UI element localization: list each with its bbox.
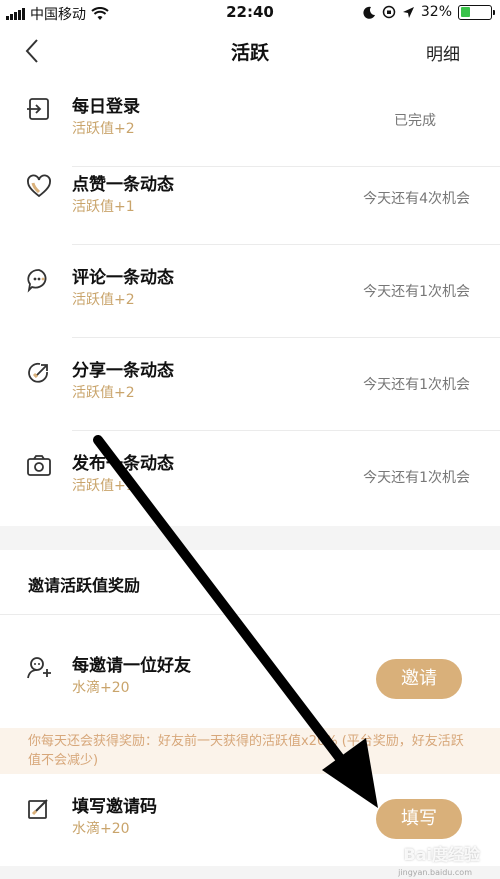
add-friend-icon (27, 657, 51, 679)
nav-bar: 活跃 明细 (0, 26, 500, 76)
task-reward: 活跃值+2 (72, 292, 135, 308)
section-gap (0, 526, 500, 550)
task-status: 今天还有1次机会 (363, 377, 470, 393)
orientation-lock-icon (382, 5, 396, 19)
invite-notice: 你每天还会获得奖励：好友前一天获得的活跃值x20% (平台奖励，好友活跃值不会减… (0, 728, 500, 774)
share-icon (28, 362, 48, 383)
watermark-url: jingyan.baidu.com (398, 868, 472, 877)
task-status: 今天还有1次机会 (363, 284, 470, 300)
page-title: 活跃 (230, 42, 269, 64)
task-title: 分享一条动态 (72, 361, 174, 381)
battery-percent: 32% (420, 4, 452, 20)
invite-button[interactable]: 邀请 (376, 659, 462, 699)
fill-code-button[interactable]: 填写 (376, 799, 462, 839)
task-reward: 活跃值+1 (72, 478, 135, 494)
status-right: 32% (363, 4, 495, 20)
task-title: 每日登录 (72, 97, 140, 117)
camera-icon (27, 455, 51, 476)
task-item: 发布一条动态 活跃值+1 今天还有1次机会 (0, 431, 500, 524)
details-link[interactable]: 明细 (426, 40, 460, 65)
watermark-logo: Bai度经验 (403, 845, 480, 864)
status-bar: 中国移动 22:40 32% (0, 0, 500, 26)
task-status: 今天还有4次机会 (363, 191, 470, 207)
task-item: 评论一条动态 活跃值+2 今天还有1次机会 (0, 245, 500, 338)
invite-friend-row: 每邀请一位好友 水滴+20 邀请 (0, 633, 500, 727)
invite-section-title: 邀请活跃值奖励 (28, 576, 141, 595)
invite-reward: 水滴+20 (72, 680, 130, 696)
invite-code-title: 填写邀请码 (72, 797, 157, 817)
comment-icon (27, 269, 47, 293)
battery-icon (458, 4, 495, 20)
task-reward: 活跃值+2 (72, 385, 135, 401)
location-icon (402, 6, 414, 18)
invite-code-reward: 水滴+20 (72, 821, 130, 837)
invite-title: 每邀请一位好友 (72, 656, 191, 676)
task-status: 今天还有1次机会 (363, 470, 470, 486)
task-reward: 活跃值+2 (72, 121, 135, 137)
heart-icon (27, 174, 51, 198)
task-status: 已完成 (394, 113, 436, 129)
moon-icon (363, 6, 375, 19)
task-reward: 活跃值+1 (72, 199, 135, 215)
task-title: 发布一条动态 (72, 454, 174, 474)
divider (0, 614, 500, 615)
task-title: 点赞一条动态 (72, 175, 174, 195)
login-icon (27, 98, 49, 120)
edit-icon (28, 799, 48, 819)
task-item: 分享一条动态 活跃值+2 今天还有1次机会 (0, 338, 500, 431)
task-title: 评论一条动态 (72, 268, 174, 288)
battery-level (460, 7, 470, 17)
task-item: 点赞一条动态 活跃值+1 今天还有4次机会 (0, 152, 500, 245)
